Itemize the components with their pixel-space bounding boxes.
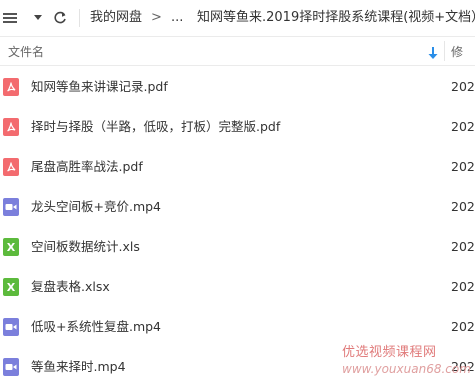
chevron-down-icon[interactable] bbox=[32, 9, 44, 27]
pdf-file-icon bbox=[3, 118, 19, 136]
video-file-icon bbox=[3, 198, 19, 216]
column-header-modified[interactable]: 修 bbox=[451, 43, 463, 60]
file-browser-window: 我的网盘 > ... 知网等鱼来.2019择时择股系统课程(视频+文档） 文件名… bbox=[0, 0, 475, 392]
file-row[interactable]: 择时与择股（半路，低吸，打板）完整版.pdf 2020 bbox=[0, 107, 475, 147]
file-row[interactable]: X 复盘表格.xlsx 2020 bbox=[0, 267, 475, 307]
file-name: 龙头空间板+竞价.mp4 bbox=[31, 199, 162, 214]
file-name: 复盘表格.xlsx bbox=[31, 279, 110, 294]
video-file-icon bbox=[3, 358, 19, 376]
file-name: 等鱼来择时.mp4 bbox=[31, 359, 126, 374]
toolbar: 我的网盘 > ... 知网等鱼来.2019择时择股系统课程(视频+文档） bbox=[0, 0, 475, 36]
sort-arrow-icon[interactable] bbox=[427, 45, 439, 59]
file-row[interactable]: 尾盘高胜率战法.pdf 2020 bbox=[0, 147, 475, 187]
menu-icon[interactable] bbox=[2, 9, 18, 27]
file-date: 2020 bbox=[451, 279, 475, 294]
file-row[interactable]: 龙头空间板+竞价.mp4 2020 bbox=[0, 187, 475, 227]
video-file-icon bbox=[3, 318, 19, 336]
watermark-title: 优选视频课程网 bbox=[342, 345, 437, 360]
file-date: 2020 bbox=[451, 319, 475, 334]
column-divider[interactable] bbox=[444, 41, 445, 61]
breadcrumb-separator: > bbox=[151, 10, 162, 25]
file-date: 2020 bbox=[451, 159, 475, 174]
file-name: 空间板数据统计.xls bbox=[31, 239, 140, 254]
file-date: 2020 bbox=[451, 119, 475, 134]
refresh-icon[interactable] bbox=[51, 9, 69, 27]
breadcrumb-root[interactable]: 我的网盘 bbox=[90, 9, 142, 27]
pdf-file-icon bbox=[3, 78, 19, 96]
file-name: 择时与择股（半路，低吸，打板）完整版.pdf bbox=[31, 119, 281, 134]
toolbar-divider bbox=[79, 9, 80, 27]
excel-file-icon: X bbox=[3, 278, 19, 296]
file-date: 2020 bbox=[451, 199, 475, 214]
file-row[interactable]: 低吸+系统性复盘.mp4 2020 bbox=[0, 307, 475, 347]
file-list: 知网等鱼来讲课记录.pdf 2020 择时与择股（半路，低吸，打板）完整版.pd… bbox=[0, 67, 475, 387]
breadcrumb-ellipsis[interactable]: ... bbox=[171, 9, 183, 27]
breadcrumb-current: 知网等鱼来.2019择时择股系统课程(视频+文档） bbox=[197, 10, 475, 25]
file-row[interactable]: 知网等鱼来讲课记录.pdf 2020 bbox=[0, 67, 475, 107]
pdf-file-icon bbox=[3, 158, 19, 176]
watermark: 优选视频课程网 www.youxuan68.com bbox=[342, 345, 472, 377]
file-name: 知网等鱼来讲课记录.pdf bbox=[31, 79, 168, 94]
list-header: 文件名 修 bbox=[0, 36, 475, 66]
excel-file-icon: X bbox=[3, 238, 19, 256]
watermark-url: www.youxuan68.com bbox=[342, 362, 471, 376]
file-row[interactable]: X 空间板数据统计.xls 2020 bbox=[0, 227, 475, 267]
column-header-name[interactable]: 文件名 bbox=[8, 43, 44, 60]
file-name: 低吸+系统性复盘.mp4 bbox=[31, 319, 162, 334]
file-name: 尾盘高胜率战法.pdf bbox=[31, 159, 143, 174]
file-date: 2020 bbox=[451, 239, 475, 254]
file-date: 2020 bbox=[451, 79, 475, 94]
